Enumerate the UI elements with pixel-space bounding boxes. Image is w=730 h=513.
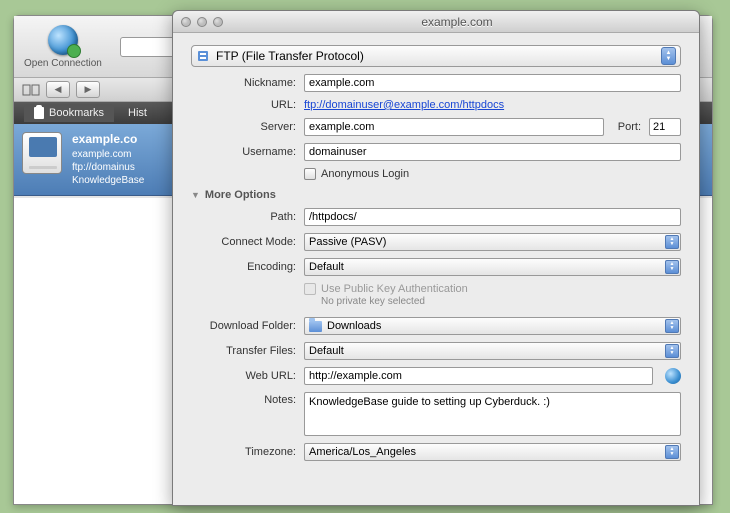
transfer-files-select[interactable]: Default ▲▼: [304, 342, 681, 360]
bookmark-host: example.com: [72, 148, 144, 161]
transfer-files-label: Transfer Files:: [191, 345, 296, 357]
drive-icon: [22, 132, 62, 174]
connect-mode-label: Connect Mode:: [191, 236, 296, 248]
dropdown-arrows-icon: ▲▼: [665, 235, 679, 249]
download-folder-select[interactable]: Downloads ▲▼: [304, 317, 681, 335]
notes-label: Notes:: [191, 392, 296, 406]
encoding-label: Encoding:: [191, 261, 296, 273]
globe-icon[interactable]: [665, 368, 681, 384]
dropdown-arrows-icon: ▲▼: [661, 47, 676, 65]
more-options-label: More Options: [205, 189, 276, 201]
pubkey-checkbox: Use Public Key Authentication: [304, 283, 468, 295]
timezone-label: Timezone:: [191, 446, 296, 458]
folder-icon: [309, 321, 322, 332]
bookmarks-tab[interactable]: Bookmarks: [24, 104, 114, 122]
checkbox-icon: [304, 283, 316, 295]
nav-back-button[interactable]: ◀: [46, 81, 70, 98]
server-input[interactable]: [304, 118, 604, 136]
path-input[interactable]: [304, 208, 681, 226]
zoom-icon[interactable]: [213, 17, 223, 27]
bookmark-title: example.co: [72, 132, 144, 148]
connection-dialog: example.com FTP (File Transfer Protocol)…: [172, 10, 700, 506]
nickname-label: Nickname:: [191, 77, 296, 89]
bookmarks-tab-label: Bookmarks: [49, 107, 104, 119]
notes-textarea[interactable]: [304, 392, 681, 436]
history-tab-label[interactable]: Hist: [128, 107, 147, 119]
server-label: Server:: [191, 121, 296, 133]
dropdown-arrows-icon: ▲▼: [665, 344, 679, 358]
open-connection-button[interactable]: Open Connection: [24, 25, 102, 69]
pubkey-label: Use Public Key Authentication: [321, 283, 468, 295]
timezone-select[interactable]: America/Los_Angeles ▲▼: [304, 443, 681, 461]
connect-mode-select[interactable]: Passive (PASV) ▲▼: [304, 233, 681, 251]
web-url-label: Web URL:: [191, 370, 296, 382]
dropdown-arrows-icon: ▲▼: [665, 445, 679, 459]
web-url-input[interactable]: [304, 367, 653, 385]
disclosure-triangle-icon: ▼: [191, 190, 200, 200]
dialog-titlebar[interactable]: example.com: [173, 11, 699, 33]
encoding-select[interactable]: Default ▲▼: [304, 258, 681, 276]
checkbox-icon: [304, 168, 316, 180]
ftp-icon: [196, 49, 210, 63]
nickname-input[interactable]: [304, 74, 681, 92]
bookmark-url: ftp://domainus: [72, 161, 144, 174]
protocol-dropdown[interactable]: FTP (File Transfer Protocol) ▲▼: [191, 45, 681, 67]
minimize-icon[interactable]: [197, 17, 207, 27]
dialog-title: example.com: [223, 15, 691, 29]
open-connection-label: Open Connection: [24, 58, 102, 69]
path-label: Path:: [191, 211, 296, 223]
dropdown-arrows-icon: ▲▼: [665, 319, 679, 333]
no-private-key-note: No private key selected: [321, 296, 681, 307]
download-folder-label: Download Folder:: [191, 320, 296, 332]
username-label: Username:: [191, 146, 296, 158]
url-link[interactable]: ftp://domainuser@example.com/httpdocs: [304, 99, 504, 111]
port-label: Port:: [618, 121, 641, 133]
more-options-disclosure[interactable]: ▼ More Options: [191, 189, 681, 201]
dropdown-arrows-icon: ▲▼: [665, 260, 679, 274]
username-input[interactable]: [304, 143, 681, 161]
nav-forward-button[interactable]: ▶: [76, 81, 100, 98]
url-label: URL:: [191, 99, 296, 111]
protocol-label: FTP (File Transfer Protocol): [216, 49, 661, 63]
bookmark-note: KnowledgeBase: [72, 174, 144, 187]
anonymous-checkbox[interactable]: Anonymous Login: [304, 168, 409, 180]
book-icon[interactable]: [22, 83, 40, 97]
globe-plus-icon: [48, 25, 78, 55]
anonymous-label: Anonymous Login: [321, 168, 409, 180]
port-input[interactable]: [649, 118, 681, 136]
bookmark-icon: [34, 107, 44, 119]
close-icon[interactable]: [181, 17, 191, 27]
